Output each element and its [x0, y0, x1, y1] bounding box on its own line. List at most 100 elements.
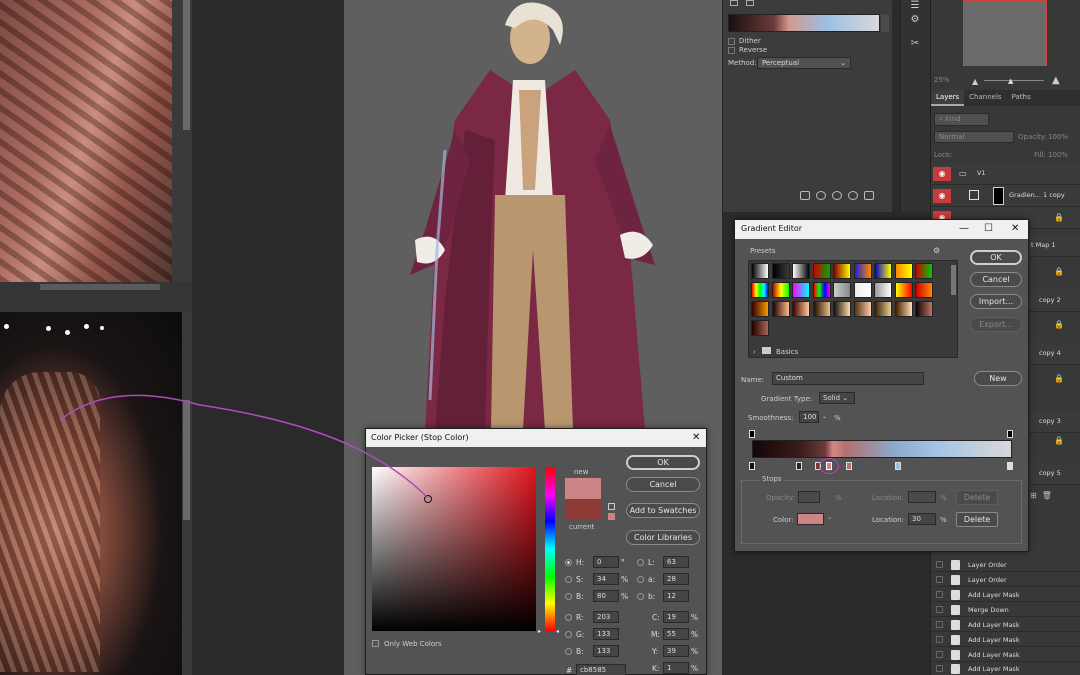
s-input[interactable]: 34: [593, 573, 619, 585]
zoom-slider-handle[interactable]: ▲: [1008, 77, 1013, 85]
minimize-icon[interactable]: —: [959, 223, 969, 235]
history-item[interactable]: Merge Down: [931, 603, 1080, 617]
history-item[interactable]: Layer Order: [931, 558, 1080, 572]
history-item[interactable]: Layer Order: [931, 573, 1080, 587]
gradient-preset-swatch[interactable]: [874, 282, 892, 298]
export-button[interactable]: Export...: [970, 317, 1022, 332]
c-input[interactable]: 19: [663, 611, 689, 623]
color-stop[interactable]: [846, 462, 852, 470]
tools-icon[interactable]: ✂: [908, 38, 922, 50]
trash-icon[interactable]: 🗑: [1042, 491, 1052, 500]
maximize-icon[interactable]: ☐: [984, 223, 993, 235]
close-icon[interactable]: ✕: [692, 432, 700, 444]
web-safe-swatch[interactable]: [608, 513, 615, 520]
history-snapshot-checkbox[interactable]: [936, 606, 943, 613]
visibility-eye-icon[interactable]: ◉: [933, 189, 951, 203]
gradient-preset-swatch[interactable]: [874, 263, 892, 279]
gradient-preset-swatch[interactable]: [894, 263, 913, 279]
gradient-preset-swatch[interactable]: [894, 301, 913, 317]
layer-group-row[interactable]: ◉ ▭ V1: [931, 163, 1080, 185]
history-snapshot-checkbox[interactable]: [936, 636, 943, 643]
hue-radio[interactable]: [565, 559, 572, 566]
stop-color-location-input[interactable]: 30: [908, 513, 936, 525]
color-stop[interactable]: [1007, 462, 1013, 470]
b-input[interactable]: 80: [593, 590, 619, 602]
gradient-preset-swatch[interactable]: [751, 320, 769, 336]
y-input[interactable]: 39: [663, 645, 689, 657]
gradient-preset-swatch[interactable]: [792, 301, 810, 317]
color-libraries-button[interactable]: Color Libraries: [626, 530, 700, 545]
lab-b-radio[interactable]: [637, 593, 644, 600]
gradient-map-preview[interactable]: [728, 14, 880, 32]
r-input[interactable]: 203: [593, 611, 619, 623]
fill-value[interactable]: 100%: [1048, 151, 1068, 159]
h-input[interactable]: 0: [593, 556, 619, 568]
zoom-in-icon[interactable]: ▲: [1052, 75, 1060, 86]
layer-filter-kind[interactable]: ⌕ Kind: [934, 113, 989, 126]
hue-slider[interactable]: [545, 467, 555, 631]
m-input[interactable]: 55: [663, 628, 689, 640]
stop-opacity-location-input[interactable]: [908, 491, 936, 503]
ok-button[interactable]: OK: [626, 455, 700, 470]
gradient-preset-swatch[interactable]: [853, 282, 872, 298]
reverse-checkbox[interactable]: [728, 46, 735, 54]
history-snapshot-checkbox[interactable]: [936, 621, 943, 628]
chevron-right-icon[interactable]: ›: [753, 348, 756, 356]
gradient-preset-swatch[interactable]: [792, 282, 810, 298]
gradient-type-select[interactable]: Solid ⌄: [819, 392, 855, 404]
properties-icon[interactable]: ⚙: [908, 14, 922, 26]
history-snapshot-checkbox[interactable]: [936, 561, 943, 568]
gradient-preset-swatch[interactable]: [751, 282, 769, 298]
zoom-value[interactable]: 25%: [934, 76, 950, 84]
tab-paths[interactable]: Paths: [1007, 90, 1036, 106]
gradient-preset-swatch[interactable]: [853, 301, 872, 317]
k-input[interactable]: 1: [663, 662, 689, 674]
stop-color-swatch[interactable]: [797, 513, 824, 525]
clip-to-layer-icon[interactable]: [800, 190, 810, 200]
gradient-preset-swatch[interactable]: [894, 282, 913, 298]
tab-layers[interactable]: Layers: [931, 90, 965, 106]
trash-icon[interactable]: [864, 190, 874, 200]
gradient-preset-swatch[interactable]: [771, 263, 790, 279]
blend-mode-select[interactable]: Normal: [934, 131, 1014, 143]
brightness-radio[interactable]: [565, 593, 572, 600]
gradient-preset-swatch[interactable]: [853, 263, 872, 279]
add-to-swatches-button[interactable]: Add to Swatches: [626, 503, 700, 518]
green-radio[interactable]: [565, 631, 572, 638]
reference-top-scrollbar[interactable]: [183, 0, 190, 130]
history-snapshot-checkbox[interactable]: [936, 665, 943, 672]
history-snapshot-checkbox[interactable]: [936, 576, 943, 583]
red-radio[interactable]: [565, 614, 572, 621]
color-stop[interactable]: [796, 462, 802, 470]
a-input[interactable]: 28: [663, 573, 689, 585]
gradient-preset-swatch[interactable]: [751, 263, 769, 279]
history-item[interactable]: Add Layer Mask: [931, 618, 1080, 632]
opacity-value[interactable]: 100%: [1048, 133, 1068, 141]
lab-b-input[interactable]: 12: [663, 590, 689, 602]
lightness-radio[interactable]: [637, 559, 644, 566]
gradient-preset-swatch[interactable]: [812, 301, 831, 317]
hue-slider-left-arrow[interactable]: ▸: [538, 628, 541, 635]
gradient-preset-swatch[interactable]: [833, 263, 851, 279]
stop-opacity-input[interactable]: [798, 491, 820, 503]
gradient-ramp[interactable]: [752, 440, 1012, 458]
history-item[interactable]: Add Layer Mask: [931, 648, 1080, 662]
cancel-button[interactable]: Cancel: [626, 477, 700, 492]
close-icon[interactable]: ✕: [1011, 223, 1019, 235]
dither-option[interactable]: Dither: [728, 37, 761, 45]
current-color-swatch[interactable]: [565, 499, 601, 520]
gradient-preset-swatch[interactable]: [771, 282, 790, 298]
adjustments-icon[interactable]: ☰: [908, 0, 922, 12]
color-picker-titlebar[interactable]: Color Picker (Stop Color): [366, 429, 706, 447]
a-radio[interactable]: [637, 576, 644, 583]
gradient-preset-swatch[interactable]: [915, 301, 933, 317]
new-layer-icon[interactable]: ⊞: [1030, 491, 1037, 500]
gear-icon[interactable]: ⚙: [933, 246, 940, 255]
new-button[interactable]: New: [974, 371, 1022, 386]
stop-opacity-delete-button[interactable]: Delete: [956, 490, 998, 505]
gradient-preset-swatch[interactable]: [833, 301, 851, 317]
hue-slider-right-arrow[interactable]: ◂: [556, 628, 559, 635]
smoothness-input[interactable]: 100: [799, 411, 819, 423]
presets-scrollbar[interactable]: [951, 265, 956, 295]
gradient-preset-swatch[interactable]: [771, 301, 790, 317]
